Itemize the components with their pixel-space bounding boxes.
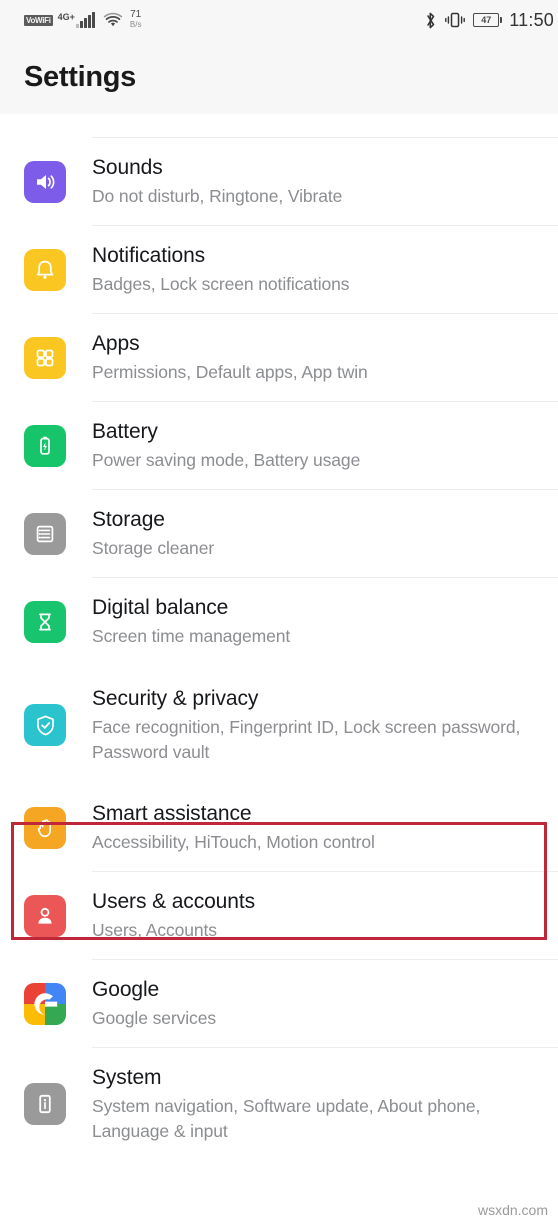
- list-item-google[interactable]: Google Google services: [0, 960, 558, 1048]
- list-item-title: Sounds: [92, 156, 163, 179]
- list-item-title: Battery: [92, 420, 158, 443]
- list-item-subtitle: Permissions, Default apps, App twin: [92, 362, 368, 382]
- list-item-security-privacy[interactable]: Security & privacy Face recognition, Fin…: [0, 666, 558, 784]
- network-type-label: 4G+: [57, 11, 75, 22]
- wifi-icon: [103, 12, 123, 28]
- list-item-notifications[interactable]: Notifications Badges, Lock screen notifi…: [0, 226, 558, 314]
- apps-grid-icon: [24, 337, 66, 379]
- sound-icon: [24, 161, 66, 203]
- list-item-storage[interactable]: Storage Storage cleaner: [0, 490, 558, 578]
- vowifi-badge-icon: VoWiFi: [24, 14, 53, 26]
- list-item-text: Notifications Badges, Lock screen notifi…: [92, 243, 367, 297]
- list-item-subtitle: Do not disturb, Ringtone, Vibrate: [92, 186, 343, 206]
- battery-icon: [24, 425, 66, 467]
- list-item-subtitle: System navigation, Software update, Abou…: [92, 1095, 481, 1141]
- system-phone-info-icon: [24, 1083, 66, 1125]
- list-item-subtitle: Storage cleaner: [92, 538, 215, 558]
- list-item-text: Digital balance Screen time management: [92, 595, 308, 649]
- list-item-subtitle: Badges, Lock screen notifications: [92, 274, 350, 294]
- list-item-subtitle: Users, Accounts: [92, 920, 217, 940]
- shield-check-icon: [24, 704, 66, 746]
- list-item-subtitle: Screen time management: [92, 626, 291, 646]
- data-speed-indicator: 71 B/s: [130, 10, 142, 30]
- list-item-apps[interactable]: Apps Permissions, Default apps, App twin: [0, 314, 558, 402]
- list-item-title: Smart assistance: [92, 802, 252, 825]
- list-item-users-accounts[interactable]: Users & accounts Users, Accounts: [0, 872, 558, 960]
- data-speed-value: 71: [130, 9, 142, 20]
- list-item-title: Digital balance: [92, 596, 229, 619]
- storage-icon: [24, 513, 66, 555]
- list-item-subtitle: Google services: [92, 1008, 216, 1028]
- list-item-text: Security & privacy Face recognition, Fin…: [92, 686, 558, 765]
- person-icon: [24, 895, 66, 937]
- settings-list[interactable]: Sounds Do not disturb, Ringtone, Vibrate…: [0, 114, 558, 1224]
- list-item-smart-assistance[interactable]: Smart assistance Accessibility, HiTouch,…: [0, 784, 558, 872]
- list-item-title: Google: [92, 978, 160, 1001]
- hand-icon: [24, 807, 66, 849]
- list-item-text: Storage Storage cleaner: [92, 507, 232, 561]
- battery-tip-icon: [500, 17, 503, 23]
- list-item-battery[interactable]: Battery Power saving mode, Battery usage: [0, 402, 558, 490]
- clock-label: 11:50: [509, 9, 554, 30]
- page-title: Settings: [24, 60, 136, 93]
- list-item-digital-balance[interactable]: Digital balance Screen time management: [0, 578, 558, 666]
- bluetooth-icon: [424, 11, 437, 30]
- hourglass-icon: [24, 601, 66, 643]
- list-item-title: Apps: [92, 332, 140, 355]
- list-item-system[interactable]: System System navigation, Software updat…: [0, 1048, 558, 1160]
- list-item-title: Users & accounts: [92, 890, 255, 913]
- status-bar: VoWiFi 4G+ 71 B/s 47 11:50: [0, 0, 558, 40]
- list-item-text: Battery Power saving mode, Battery usage: [92, 419, 378, 473]
- bell-icon: [24, 249, 66, 291]
- list-item-subtitle: Accessibility, HiTouch, Motion control: [92, 832, 375, 852]
- list-item-title: Security & privacy: [92, 686, 259, 710]
- battery-percent-label: 47: [473, 13, 500, 27]
- list-item-text: Sounds Do not disturb, Ringtone, Vibrate: [92, 155, 360, 209]
- list-item-subtitle: Power saving mode, Battery usage: [92, 450, 361, 470]
- list-item-text: Users & accounts Users, Accounts: [92, 889, 273, 943]
- list-item-title: System: [92, 1065, 162, 1089]
- list-item-subtitle: Face recognition, Fingerprint ID, Lock s…: [92, 716, 521, 762]
- list-item-sounds[interactable]: Sounds Do not disturb, Ringtone, Vibrate: [0, 138, 558, 226]
- clipped-row-above: [0, 114, 558, 138]
- list-item-text: System System navigation, Software updat…: [92, 1065, 558, 1144]
- vibrate-icon: [444, 11, 466, 29]
- data-speed-unit: B/s: [129, 20, 142, 29]
- list-item-text: Google Google services: [92, 977, 234, 1031]
- list-item-text: Smart assistance Accessibility, HiTouch,…: [92, 801, 393, 855]
- status-bar-right: 47 11:50: [424, 10, 554, 31]
- list-item-text: Apps Permissions, Default apps, App twin: [92, 331, 386, 385]
- signal-bars-icon: [75, 11, 95, 28]
- watermark: wsxdn.com: [477, 1202, 548, 1218]
- page-header: Settings: [0, 40, 558, 114]
- status-bar-left: VoWiFi 4G+ 71 B/s: [24, 10, 141, 30]
- google-icon: [24, 983, 66, 1025]
- list-item-title: Notifications: [92, 244, 206, 267]
- list-item-title: Storage: [92, 508, 165, 531]
- cellular-signal-icon: 4G+: [57, 11, 95, 28]
- battery-icon: 47: [473, 13, 503, 27]
